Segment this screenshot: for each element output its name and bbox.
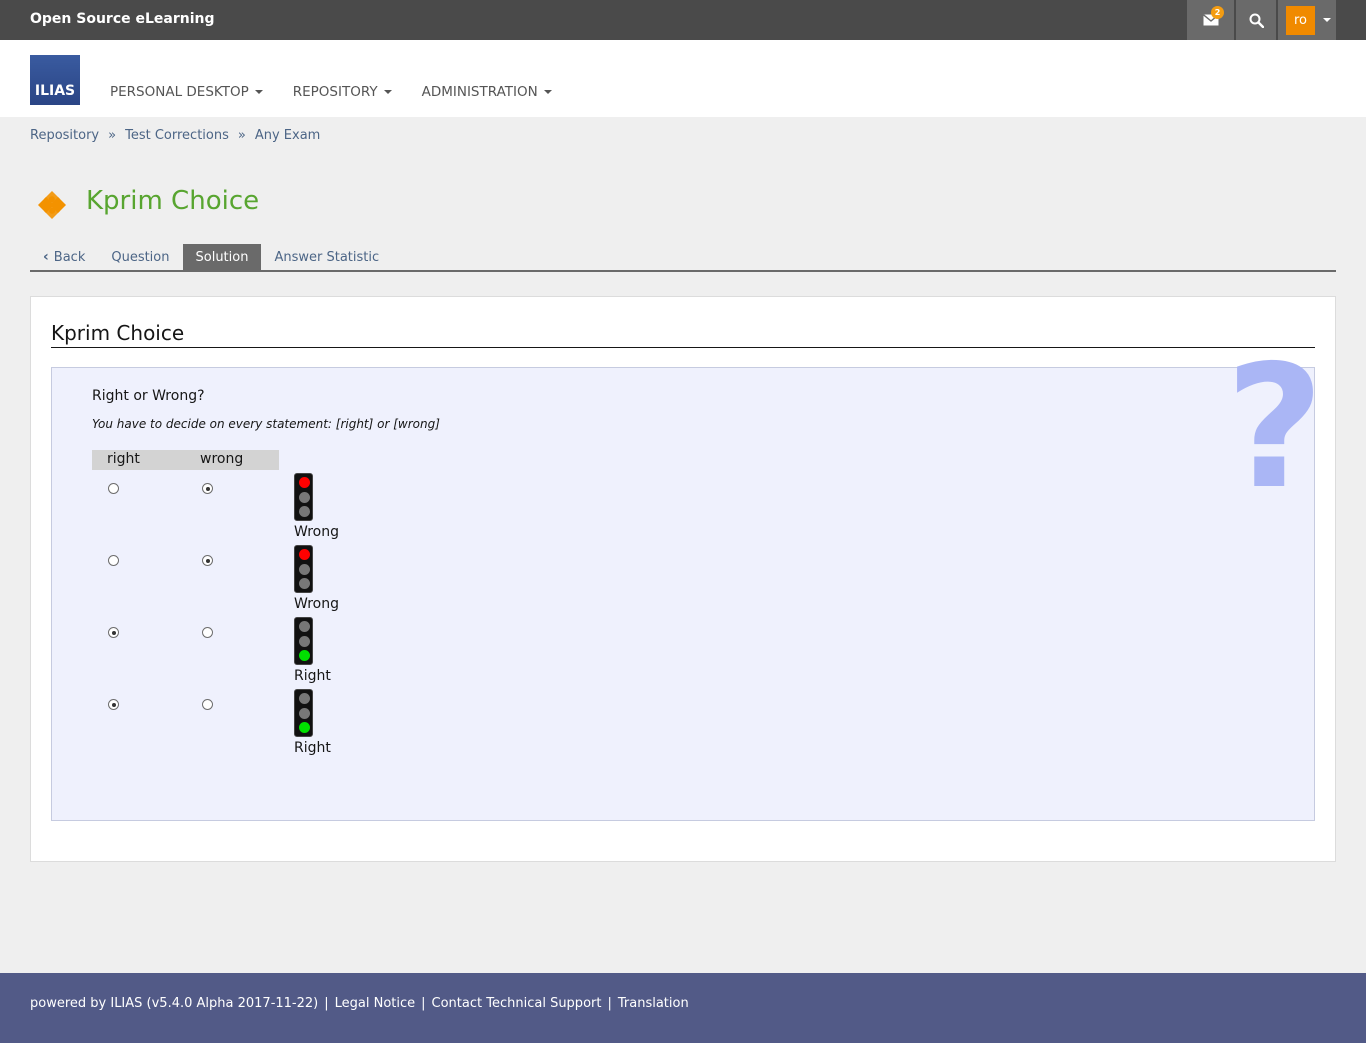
traffic-light-icon <box>294 545 313 593</box>
breadcrumb: Repository » Test Corrections » Any Exam <box>30 128 320 143</box>
main-nav: PERSONAL DESKTOP REPOSITORY ADMINISTRATI… <box>110 84 582 100</box>
mail-count-badge: 2 <box>1211 6 1224 19</box>
footer-separator: | <box>324 996 329 1011</box>
breadcrumb-test-corrections[interactable]: Test Corrections <box>125 128 229 143</box>
tab-bar: ‹ Back Question Solution Answer Statisti… <box>30 244 1336 272</box>
footer: powered by ILIAS (v5.4.0 Alpha 2017-11-2… <box>0 973 1366 1043</box>
answer-column-header: right wrong <box>92 450 279 470</box>
translation-link[interactable]: Translation <box>618 996 689 1011</box>
traffic-light-lamp <box>298 549 310 560</box>
question-box: ? Right or Wrong? You have to decide on … <box>51 343 1324 821</box>
radio-wrong[interactable] <box>202 555 213 566</box>
verdict-label: Wrong <box>294 596 339 612</box>
footer-separator: | <box>421 996 426 1011</box>
verdict-label: Right <box>294 740 331 756</box>
powered-by-text: powered by ILIAS (v5.4.0 Alpha 2017-11-2… <box>30 996 319 1011</box>
column-right-label: right <box>107 451 140 467</box>
nav-label: REPOSITORY <box>292 84 378 100</box>
nav-repository[interactable]: REPOSITORY <box>293 84 392 100</box>
statement-row: Wrong <box>92 545 392 617</box>
content-panel: Kprim Choice ? Right or Wrong? You have … <box>30 296 1336 862</box>
radio-right[interactable] <box>108 483 119 494</box>
radio-right[interactable] <box>108 627 119 638</box>
question-mark-watermark: ? <box>1225 329 1324 527</box>
search-icon <box>1249 13 1264 28</box>
traffic-light-lamp <box>298 693 310 704</box>
ilias-logo[interactable]: ILIAS <box>30 55 80 105</box>
user-menu[interactable]: ro <box>1278 0 1336 40</box>
breadcrumb-any-exam[interactable]: Any Exam <box>255 128 321 143</box>
traffic-light-lamp <box>298 621 310 632</box>
verdict-label: Wrong <box>294 524 339 540</box>
radio-wrong[interactable] <box>202 627 213 638</box>
radio-wrong[interactable] <box>202 483 213 494</box>
avatar: ro <box>1286 5 1315 35</box>
nav-label: PERSONAL DESKTOP <box>110 84 249 100</box>
traffic-light-lamp <box>298 650 310 661</box>
chevron-left-icon: ‹ <box>43 249 49 265</box>
puzzle-icon <box>38 191 66 219</box>
nav-personal-desktop[interactable]: PERSONAL DESKTOP <box>110 84 263 100</box>
traffic-light-lamp <box>298 563 310 575</box>
brand-title[interactable]: Open Source eLearning <box>30 11 215 27</box>
traffic-light-lamp <box>298 506 310 517</box>
tab-label: Answer Statistic <box>274 249 380 265</box>
page-title: Kprim Choice <box>86 186 260 216</box>
traffic-light-icon <box>294 473 313 521</box>
chevron-down-icon <box>543 90 552 94</box>
logo-text: ILIAS <box>34 83 76 99</box>
top-bar: Open Source eLearning 2 ro <box>0 0 1366 40</box>
tab-label: Back <box>53 249 86 265</box>
radio-right[interactable] <box>108 555 119 566</box>
traffic-light-lamp <box>298 477 310 488</box>
chevron-down-icon <box>254 90 263 94</box>
footer-separator: | <box>607 996 612 1011</box>
nav-label: ADMINISTRATION <box>421 84 538 100</box>
question-text: Right or Wrong? <box>92 388 205 404</box>
traffic-light-lamp <box>298 707 310 719</box>
column-wrong-label: wrong <box>200 451 244 467</box>
chevron-down-icon <box>383 90 392 94</box>
chevron-down-icon <box>1323 18 1331 22</box>
tab-question[interactable]: Question <box>98 244 182 270</box>
footer-line: powered by ILIAS (v5.4.0 Alpha 2017-11-2… <box>30 996 689 1011</box>
traffic-light-icon <box>294 617 313 665</box>
header: ILIAS PERSONAL DESKTOP REPOSITORY ADMINI… <box>0 40 1366 117</box>
tab-solution[interactable]: Solution <box>182 244 262 270</box>
tab-answer-statistic[interactable]: Answer Statistic <box>261 244 392 270</box>
radio-wrong[interactable] <box>202 699 213 710</box>
tab-label: Solution <box>195 249 249 265</box>
tab-label: Question <box>111 249 170 265</box>
search-button[interactable] <box>1236 0 1276 40</box>
radio-right[interactable] <box>108 699 119 710</box>
question-instruction: You have to decide on every statement: [… <box>92 417 440 431</box>
question-title: Kprim Choice <box>51 321 1315 348</box>
verdict-label: Right <box>294 668 331 684</box>
traffic-light-lamp <box>298 722 310 733</box>
breadcrumb-repository[interactable]: Repository <box>30 128 99 143</box>
breadcrumb-separator: » <box>108 128 117 143</box>
breadcrumb-separator: » <box>237 128 246 143</box>
traffic-light-lamp <box>298 635 310 647</box>
mail-button[interactable]: 2 <box>1187 0 1234 40</box>
tab-back[interactable]: ‹ Back <box>30 244 98 270</box>
statement-row: Right <box>92 689 392 761</box>
contact-support-link[interactable]: Contact Technical Support <box>432 996 602 1011</box>
statement-row: Right <box>92 617 392 689</box>
legal-notice-link[interactable]: Legal Notice <box>335 996 416 1011</box>
nav-administration[interactable]: ADMINISTRATION <box>422 84 552 100</box>
traffic-light-lamp <box>298 578 310 589</box>
statement-row: Wrong <box>92 473 392 545</box>
traffic-light-icon <box>294 689 313 737</box>
traffic-light-lamp <box>298 491 310 503</box>
